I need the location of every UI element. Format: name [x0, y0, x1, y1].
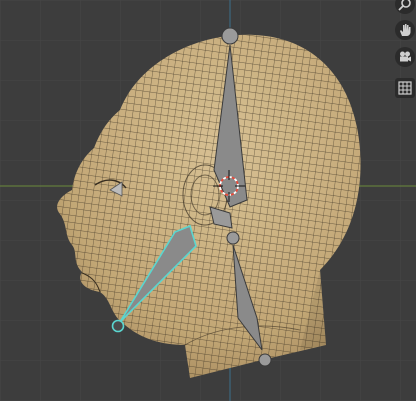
grid-icon [398, 81, 412, 95]
navigation-gizmo [394, 0, 416, 100]
neck-bone-tail[interactable] [258, 353, 272, 367]
camera-icon [400, 51, 411, 62]
neck-bone-head[interactable] [226, 231, 240, 245]
perspective-toggle-button[interactable] [395, 78, 415, 98]
magnifier-icon [398, 0, 411, 11]
camera-button[interactable] [395, 47, 415, 67]
jaw-bone-tail[interactable] [111, 319, 125, 333]
viewport-scene[interactable] [0, 0, 416, 401]
head-bone-tip[interactable] [221, 27, 239, 45]
3d-viewport[interactable] [0, 0, 416, 401]
zoom-button[interactable] [395, 0, 415, 14]
hand-icon [400, 24, 411, 36]
pan-button[interactable] [395, 20, 415, 40]
